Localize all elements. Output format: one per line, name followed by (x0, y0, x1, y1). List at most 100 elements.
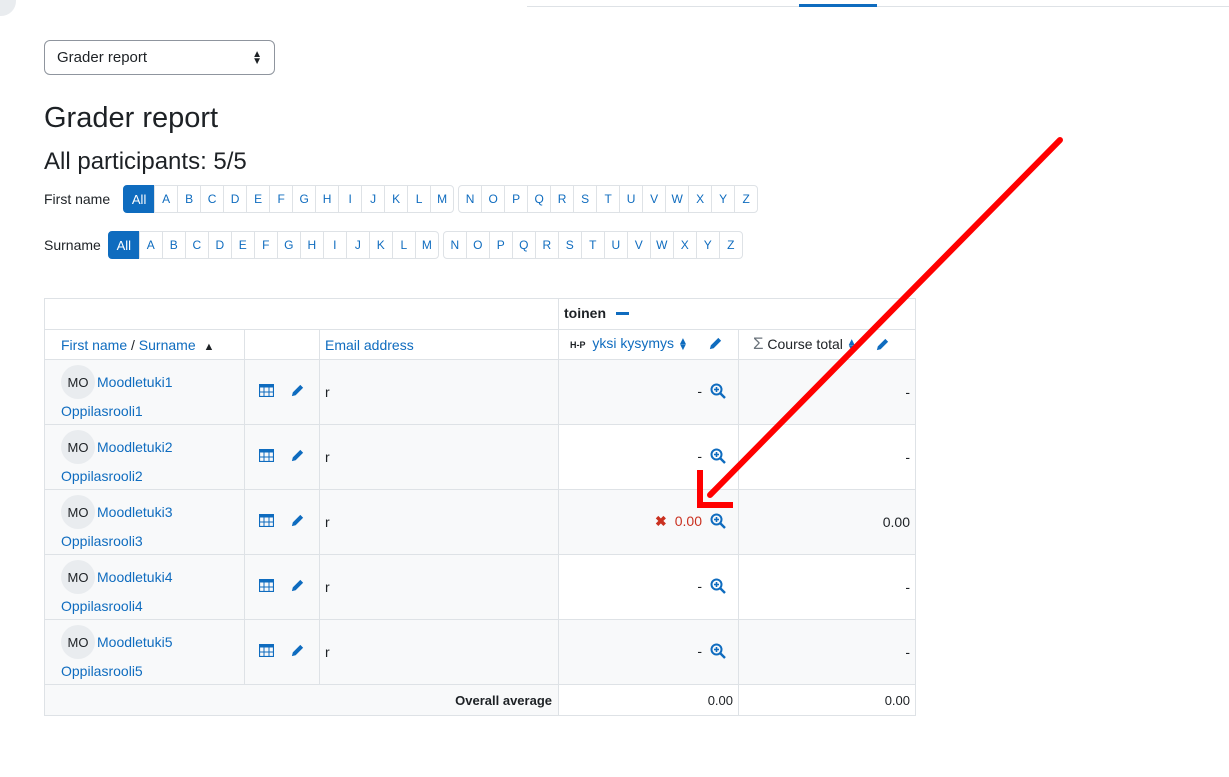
surname-letter-a[interactable]: A (138, 231, 163, 259)
surname-letter-y[interactable]: Y (695, 231, 720, 259)
user-report-icon[interactable] (258, 449, 275, 465)
avatar[interactable]: MO (61, 625, 95, 659)
grade-value[interactable]: 0.00 (675, 513, 702, 529)
surname-all-button[interactable]: All (107, 231, 140, 259)
sort-toggle-icon[interactable]: ▲ ▼ (678, 336, 688, 352)
grade-cell[interactable]: ✖ 0.00 (558, 489, 739, 555)
user-firstname-link[interactable]: Moodletuki5 (97, 634, 173, 650)
surname-letter-e[interactable]: E (230, 231, 255, 259)
edit-user-icon[interactable] (290, 448, 305, 466)
avatar[interactable]: MO (61, 430, 95, 464)
grade-item-link[interactable]: yksi kysymys (592, 335, 674, 351)
grade-cell[interactable]: - (558, 424, 739, 490)
firstname-letter-q[interactable]: Q (527, 185, 552, 213)
surname-letter-x[interactable]: X (672, 231, 697, 259)
user-firstname-link[interactable]: Moodletuki1 (97, 374, 173, 390)
grade-analysis-zoom-icon[interactable] (710, 448, 726, 467)
firstname-letter-a[interactable]: A (154, 185, 179, 213)
surname-letter-r[interactable]: R (534, 231, 559, 259)
sort-firstname-link[interactable]: First name (61, 337, 127, 353)
grade-cell[interactable]: - (558, 554, 739, 620)
firstname-letter-b[interactable]: B (177, 185, 202, 213)
collapse-minus-icon[interactable] (615, 307, 629, 323)
grade-value[interactable]: - (697, 643, 702, 659)
user-surname-link[interactable]: Oppilasrooli4 (61, 598, 143, 614)
surname-letter-m[interactable]: M (414, 231, 439, 259)
firstname-letter-p[interactable]: P (504, 185, 529, 213)
edit-item-icon[interactable] (708, 336, 723, 354)
surname-letter-w[interactable]: W (649, 231, 674, 259)
user-surname-link[interactable]: Oppilasrooli5 (61, 663, 143, 679)
surname-letter-o[interactable]: O (465, 231, 490, 259)
user-firstname-link[interactable]: Moodletuki4 (97, 569, 173, 585)
firstname-letter-x[interactable]: X (688, 185, 713, 213)
surname-letter-g[interactable]: G (276, 231, 301, 259)
grade-analysis-zoom-icon[interactable] (710, 643, 726, 662)
surname-letter-h[interactable]: H (299, 231, 324, 259)
avatar[interactable]: MO (61, 495, 95, 529)
surname-letter-b[interactable]: B (161, 231, 186, 259)
grade-value[interactable]: - (697, 578, 702, 594)
user-surname-link[interactable]: Oppilasrooli2 (61, 468, 143, 484)
surname-letter-i[interactable]: I (322, 231, 347, 259)
surname-letter-t[interactable]: T (580, 231, 605, 259)
user-firstname-link[interactable]: Moodletuki3 (97, 504, 173, 520)
firstname-letter-c[interactable]: C (200, 185, 225, 213)
firstname-letter-m[interactable]: M (430, 185, 455, 213)
firstname-letter-s[interactable]: S (573, 185, 598, 213)
user-report-icon[interactable] (258, 644, 275, 660)
edit-user-icon[interactable] (290, 383, 305, 401)
user-surname-link[interactable]: Oppilasrooli3 (61, 533, 143, 549)
sort-surname-link[interactable]: Surname (139, 337, 196, 353)
firstname-letter-y[interactable]: Y (711, 185, 736, 213)
user-report-icon[interactable] (258, 384, 275, 400)
grade-analysis-zoom-icon[interactable] (710, 383, 726, 402)
firstname-letter-g[interactable]: G (292, 185, 317, 213)
firstname-letter-t[interactable]: T (596, 185, 621, 213)
grade-analysis-zoom-icon[interactable] (710, 578, 726, 597)
avatar[interactable]: MO (61, 365, 95, 399)
firstname-letter-w[interactable]: W (665, 185, 690, 213)
grade-value[interactable]: - (697, 383, 702, 399)
firstname-letter-i[interactable]: I (338, 185, 363, 213)
user-firstname-link[interactable]: Moodletuki2 (97, 439, 173, 455)
sort-toggle-icon[interactable]: ▲ ▼ (847, 337, 857, 353)
firstname-letter-r[interactable]: R (550, 185, 575, 213)
user-surname-link[interactable]: Oppilasrooli1 (61, 403, 143, 419)
avatar[interactable]: MO (61, 560, 95, 594)
surname-letter-k[interactable]: K (368, 231, 393, 259)
surname-letter-v[interactable]: V (626, 231, 651, 259)
firstname-letter-e[interactable]: E (246, 185, 271, 213)
edit-user-icon[interactable] (290, 513, 305, 531)
surname-letter-n[interactable]: N (442, 231, 467, 259)
surname-letter-f[interactable]: F (253, 231, 278, 259)
surname-letter-s[interactable]: S (557, 231, 582, 259)
firstname-letter-h[interactable]: H (315, 185, 340, 213)
firstname-letter-k[interactable]: K (384, 185, 409, 213)
firstname-letter-l[interactable]: L (407, 185, 432, 213)
grade-cell[interactable]: - (558, 619, 739, 685)
edit-total-icon[interactable] (875, 337, 890, 355)
firstname-all-button[interactable]: All (123, 185, 156, 213)
grade-analysis-zoom-icon[interactable] (710, 513, 726, 532)
sort-email-link[interactable]: Email address (325, 337, 414, 353)
surname-letter-q[interactable]: Q (511, 231, 536, 259)
firstname-letter-d[interactable]: D (223, 185, 248, 213)
surname-letter-z[interactable]: Z (718, 231, 743, 259)
surname-letter-d[interactable]: D (207, 231, 232, 259)
surname-letter-c[interactable]: C (184, 231, 209, 259)
grade-value[interactable]: - (697, 448, 702, 464)
user-report-icon[interactable] (258, 579, 275, 595)
firstname-letter-z[interactable]: Z (734, 185, 759, 213)
firstname-letter-v[interactable]: V (642, 185, 667, 213)
firstname-letter-u[interactable]: U (619, 185, 644, 213)
surname-letter-p[interactable]: P (488, 231, 513, 259)
firstname-letter-o[interactable]: O (481, 185, 506, 213)
firstname-letter-j[interactable]: J (361, 185, 386, 213)
edit-user-icon[interactable] (290, 578, 305, 596)
surname-letter-j[interactable]: J (345, 231, 370, 259)
firstname-letter-n[interactable]: N (458, 185, 483, 213)
grade-cell[interactable]: - (558, 359, 739, 425)
report-selector[interactable]: Grader report ▲ ▼ (44, 40, 275, 75)
edit-user-icon[interactable] (290, 643, 305, 661)
